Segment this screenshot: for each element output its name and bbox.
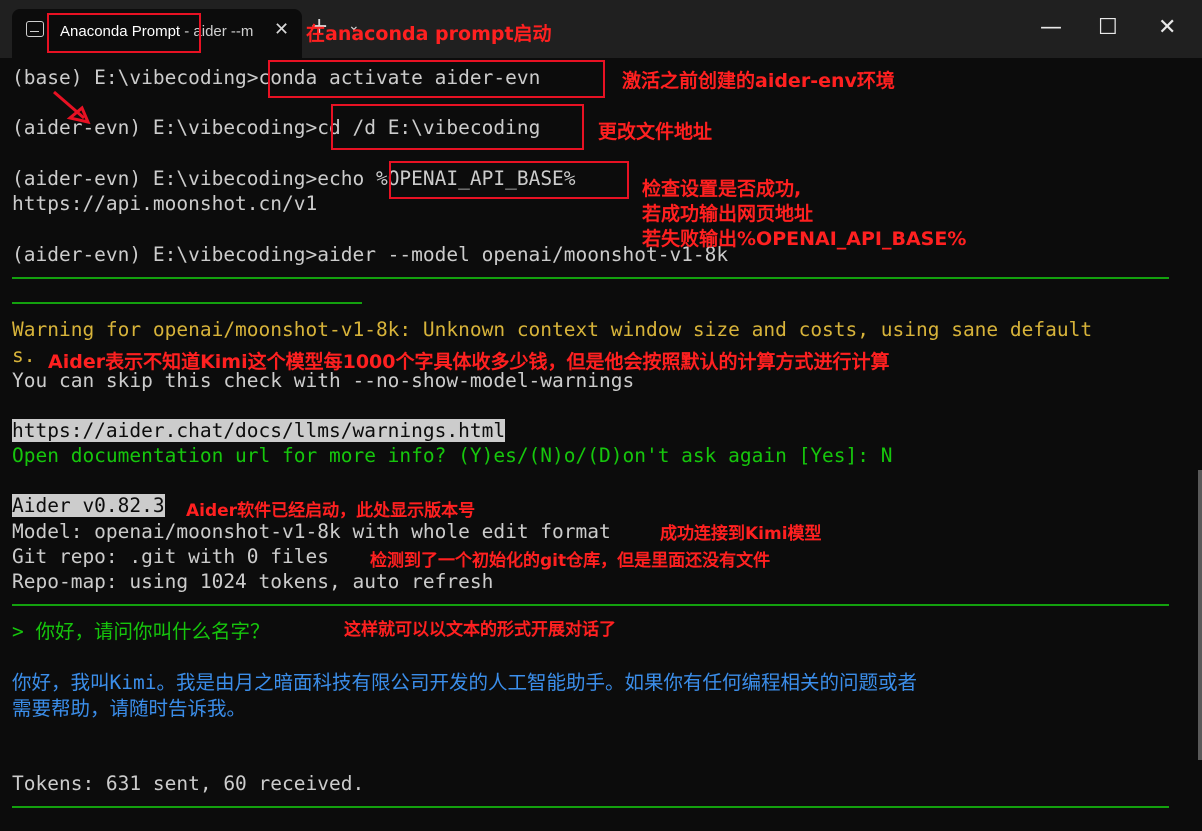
line-api-url: https://api.moonshot.cn/v1: [12, 192, 318, 215]
annotation-cost: Aider表示不知道Kimi这个模型每1000个字具体收多少钱，但是他会按照默认…: [48, 351, 890, 373]
annotation-check-3: 若失败输出%OPENAI_API_BASE%: [642, 228, 967, 250]
annotation-check-1: 检查设置是否成功,: [642, 178, 802, 200]
model-line: Model: openai/moonshot-v1-8k with whole …: [12, 520, 611, 543]
annotation-version: Aider软件已经启动，此处显示版本号: [186, 501, 476, 521]
annotation-start: 在anaconda prompt启动: [306, 23, 552, 45]
warning-line-cont: s.: [12, 344, 36, 367]
annotation-box-cd: [331, 104, 584, 150]
maximize-icon[interactable]: ☐: [1098, 15, 1118, 40]
annotation-box-tab: [47, 13, 201, 53]
minimize-icon[interactable]: —: [1040, 15, 1062, 40]
separator: [12, 806, 1169, 808]
git-line: Git repo: .git with 0 files: [12, 545, 329, 568]
user-input-line: > 你好，请问你叫什么名字？: [12, 620, 270, 643]
close-window-icon[interactable]: ✕: [1158, 15, 1176, 40]
line-aider-command: (aider-evn) E:\vibecoding>aider --model …: [12, 243, 729, 266]
terminal-icon: [26, 21, 44, 37]
annotation-cd: 更改文件地址: [598, 121, 713, 143]
annotation-box-activate: [268, 60, 605, 98]
warnings-url[interactable]: https://aider.chat/docs/llms/warnings.ht…: [12, 418, 506, 443]
open-doc-prompt: Open documentation url for more info? (Y…: [12, 444, 893, 467]
annotation-check-2: 若成功输出网页地址: [642, 203, 814, 225]
annotation-activate: 激活之前创建的aider-env环境: [622, 70, 895, 92]
close-tab-icon[interactable]: ✕: [274, 19, 289, 40]
version-line: Aider v0.82.3: [12, 494, 165, 517]
repomap-line: Repo-map: using 1024 tokens, auto refres…: [12, 570, 494, 593]
annotation-model: 成功连接到Kimi模型: [660, 524, 822, 544]
assistant-reply: 你好，我叫Kimi。我是由月之暗面科技有限公司开发的人工智能助手。如果你有任何编…: [12, 671, 917, 694]
tokens-line: Tokens: 631 sent, 60 received.: [12, 772, 365, 795]
annotation-box-echo: [389, 161, 629, 199]
scrollbar[interactable]: [1198, 470, 1202, 760]
separator: [12, 277, 1169, 279]
separator: [12, 604, 1169, 606]
assistant-reply-cont: 需要帮助，请随时告诉我。: [12, 697, 247, 720]
separator-short: [12, 302, 362, 304]
warning-line: Warning for openai/moonshot-v1-8k: Unkno…: [12, 318, 1093, 341]
annotation-git: 检测到了一个初始化的git仓库，但是里面还没有文件: [370, 551, 771, 571]
annotation-chat: 这样就可以以文本的形式开展对话了: [344, 620, 616, 640]
annotation-arrow-icon: [53, 90, 91, 125]
